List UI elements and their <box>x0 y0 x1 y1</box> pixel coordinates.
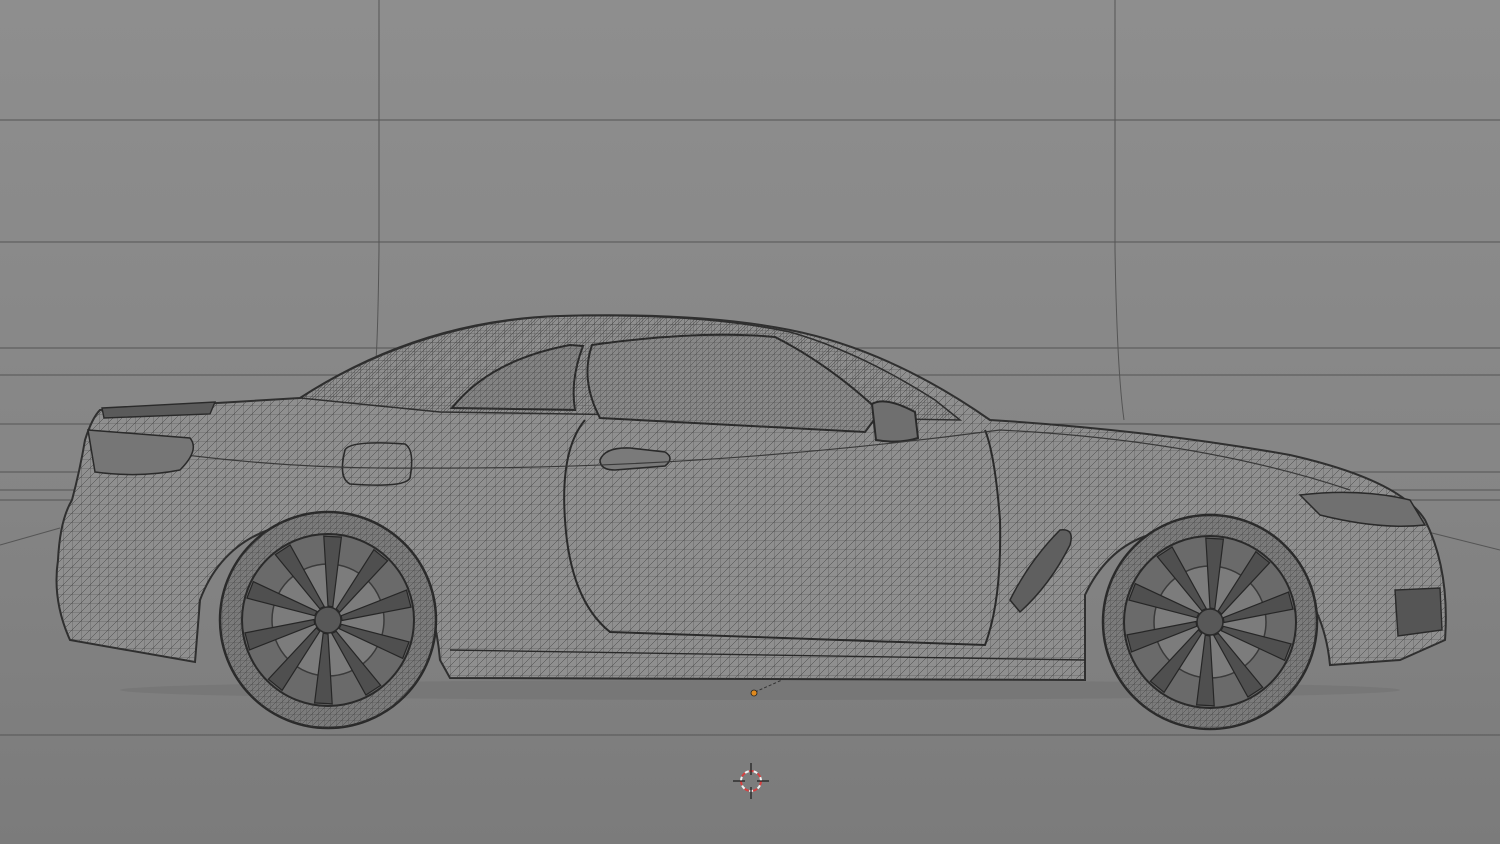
viewport-canvas[interactable] <box>0 0 1500 844</box>
3d-viewport[interactable] <box>0 0 1500 844</box>
front-grille <box>1394 587 1443 637</box>
front-hub <box>1196 608 1224 636</box>
rear-wheel[interactable] <box>218 510 438 730</box>
front-wheel[interactable] <box>1101 513 1319 731</box>
tail-light <box>87 429 195 476</box>
rear-hub <box>314 606 342 634</box>
door-handle <box>599 447 671 471</box>
